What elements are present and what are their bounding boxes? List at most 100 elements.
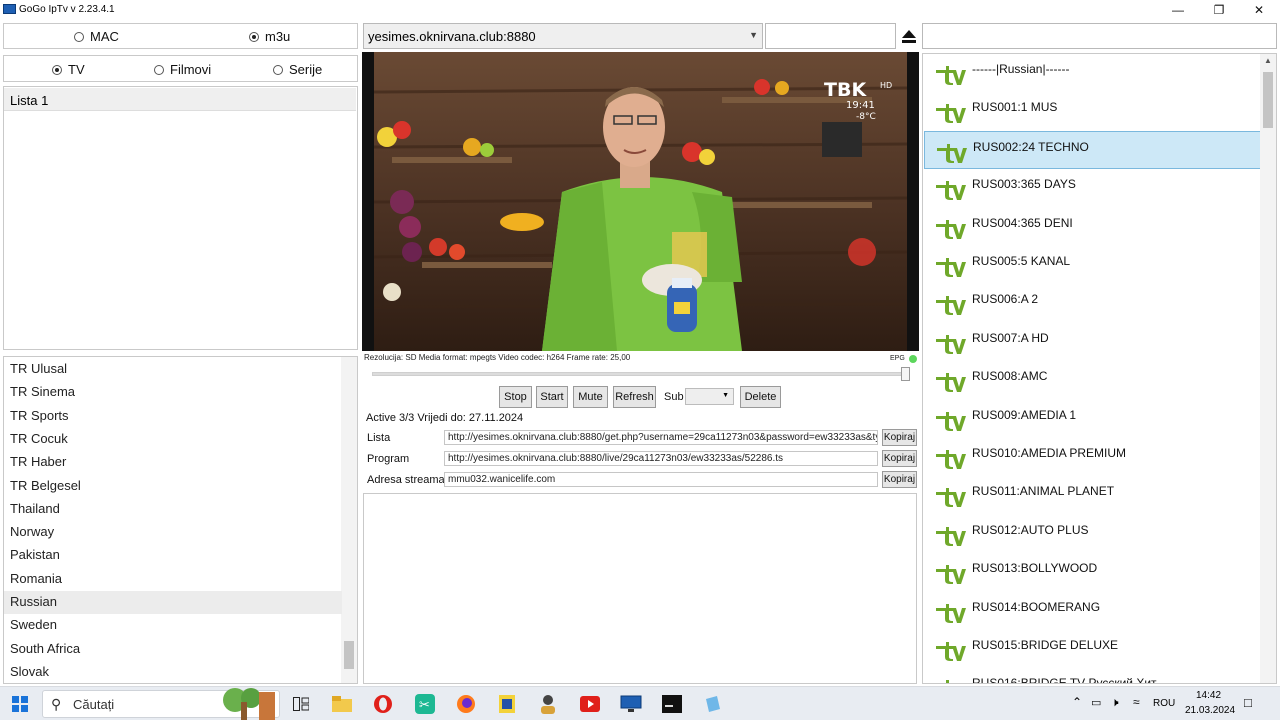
content-type-group: TV Filmovi Serije [3,55,358,82]
country-item[interactable]: Pakistan [4,544,342,567]
channel-item[interactable]: RUS006:A 2 [924,284,1262,322]
country-item[interactable]: South Africa [4,638,342,661]
channel-name: RUS013:BOLLYWOOD [972,561,1098,576]
channel-item[interactable]: RUS001:1 MUS [924,92,1262,130]
subtitle-select[interactable]: ▼ [685,388,734,405]
minimize-icon[interactable]: — [1158,0,1198,20]
channel-item[interactable]: RUS014:BOOMERANG [924,592,1262,630]
tv-logo-icon [936,526,966,546]
server-url-select[interactable]: yesimes.oknirvana.club:8880 ▼ [363,23,763,49]
country-item[interactable]: Norway [4,521,342,544]
country-scrollbar[interactable] [341,357,357,683]
video-frame: TBK HD 19:41 -8°C [362,52,919,351]
wifi-icon[interactable]: ≈ [1133,695,1140,709]
chevron-up-icon[interactable]: ⌃ [1072,695,1082,709]
file-explorer-icon[interactable] [329,692,355,716]
stop-button[interactable]: Stop [499,386,532,408]
country-list[interactable]: TR Ulusal TR Sinema TR Sports TR Cocuk TR Ha… [3,356,358,684]
notes-app-icon[interactable] [494,692,520,716]
mode-m3u-radio[interactable]: m3u [249,29,290,44]
country-item[interactable]: Slovak [4,661,342,683]
channel-item[interactable]: ------|Russian|------ [924,54,1262,92]
country-item[interactable]: Russian [4,591,342,614]
group-list[interactable] [3,86,358,350]
country-item[interactable]: TR Haber [4,451,342,474]
language-indicator[interactable]: ROU [1153,698,1175,709]
video-player[interactable]: TBK HD 19:41 -8°C [362,52,919,351]
country-item[interactable]: TR Sinema [4,381,342,404]
channel-item[interactable]: RUS016:BRIDGE TV Русский Хит [924,668,1262,683]
overlay-time: 19:41 [846,100,875,111]
program-url-field[interactable]: http://yesimes.oknirvana.club:8880/live/… [444,451,878,466]
terminal-icon[interactable] [659,692,685,716]
country-item[interactable]: TR Belgesel [4,475,342,498]
channel-item[interactable]: RUS013:BOLLYWOOD [924,553,1262,591]
eject-icon[interactable] [901,28,917,44]
task-view-icon[interactable] [288,692,314,716]
tv-logo-icon [936,642,966,661]
start-button[interactable]: Start [536,386,568,408]
clock-time[interactable]: 14:42 [1196,690,1221,701]
channel-item[interactable]: RUS004:365 DENI [924,208,1262,246]
epg-text-area[interactable] [363,493,917,684]
copy-program-button[interactable]: Kopiraj [882,450,917,467]
country-item[interactable]: TR Ulusal [4,358,342,381]
scissors-app-icon[interactable]: ✂ [412,692,438,716]
country-item[interactable]: Romania [4,568,342,591]
search-icon: ⚲ [51,696,62,712]
channel-scrollbar[interactable]: ▲ [1260,54,1276,683]
channel-item[interactable]: RUS005:5 KANAL [924,246,1262,284]
volume-icon[interactable]: 🕨 [1111,695,1119,710]
stream-address-field[interactable]: mmu032.wanicelife.com [444,472,878,487]
tv-logo-icon [936,565,966,585]
copy-lista-button[interactable]: Kopiraj [882,429,917,446]
lista-url-field[interactable]: http://yesimes.oknirvana.club:8880/get.p… [444,430,878,445]
country-item[interactable]: Thailand [4,498,342,521]
search-placeholder: Căutați [73,697,115,712]
maximize-icon[interactable]: ❐ [1199,0,1239,20]
channel-item[interactable]: RUS003:365 DAYS [924,169,1262,207]
scroll-up-icon[interactable]: ▲ [1264,56,1272,65]
mode-mac-radio[interactable]: MAC [74,29,119,44]
user-app-icon[interactable] [535,692,561,716]
channel-item[interactable]: RUS010:AMEDIA PREMIUM [924,438,1262,476]
volume-slider[interactable] [372,367,910,381]
scrollbar-thumb[interactable] [1263,72,1273,128]
video-player-icon[interactable] [577,692,603,716]
radio-dot [273,64,283,75]
channel-item[interactable]: RUS012:AUTO PLUS [924,515,1262,553]
channel-list[interactable]: ------|Russian|------ RUS001:1 MUS RUS002:… [922,53,1277,684]
channel-item[interactable]: RUS011:ANIMAL PLANET [924,476,1262,514]
taskbar-search-input[interactable]: ⚲ Căutați [42,688,280,720]
country-item[interactable]: TR Cocuk [4,428,342,451]
firefox-icon[interactable] [453,692,479,716]
channel-item[interactable]: RUS007:A HD [924,323,1262,361]
extra-input[interactable] [765,23,896,49]
channel-item[interactable]: RUS008:AMC [924,361,1262,399]
type-tv-radio[interactable]: TV [52,62,85,77]
scrollbar-thumb[interactable] [344,641,354,669]
mute-button[interactable]: Mute [573,386,608,408]
type-filmovi-radio[interactable]: Filmovi [154,62,211,77]
slider-handle[interactable] [901,367,910,381]
channel-item[interactable]: RUS002:24 TECHNO [924,130,1262,169]
start-icon[interactable] [7,692,33,716]
channel-item[interactable]: RUS009:AMEDIA 1 [924,400,1262,438]
type-serije-radio[interactable]: Serije [273,62,322,77]
delete-button[interactable]: Delete [740,386,781,408]
clock-date[interactable]: 21.03.2024 [1185,705,1235,716]
refresh-button[interactable]: Refresh [613,386,656,408]
country-item[interactable]: Sweden [4,614,342,637]
country-item[interactable]: TR Sports [4,405,342,428]
copy-address-button[interactable]: Kopiraj [882,471,917,488]
group-item-lista-1[interactable]: Lista 1 [4,88,356,111]
channel-item[interactable]: RUS015:BRIDGE DELUXE [924,630,1262,668]
opera-icon[interactable] [370,692,396,716]
battery-icon[interactable]: ▭ [1091,696,1101,709]
tv-logo-icon [936,296,966,316]
close-icon[interactable]: ✕ [1239,0,1279,20]
blue-app-icon[interactable] [700,692,726,716]
iptv-app-icon[interactable] [618,692,644,716]
channel-search-input[interactable] [922,23,1277,49]
notification-icon[interactable]: □ [1244,695,1252,710]
